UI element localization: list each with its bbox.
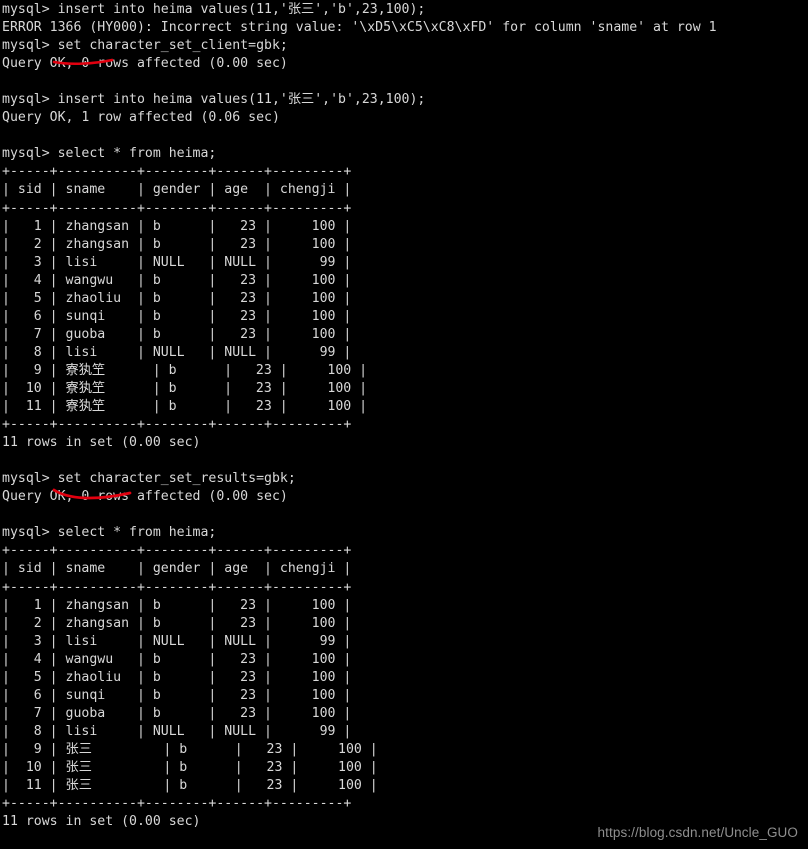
terminal-line-block: mysql> insert into heima values(11,'张三',…: [2, 2, 717, 830]
watermark-url: https://blog.csdn.net/Uncle_GUO: [597, 825, 798, 840]
terminal-output[interactable]: mysql> insert into heima values(11,'张三',…: [2, 1, 717, 831]
terminal-window[interactable]: mysql> insert into heima values(11,'张三',…: [0, 0, 808, 849]
